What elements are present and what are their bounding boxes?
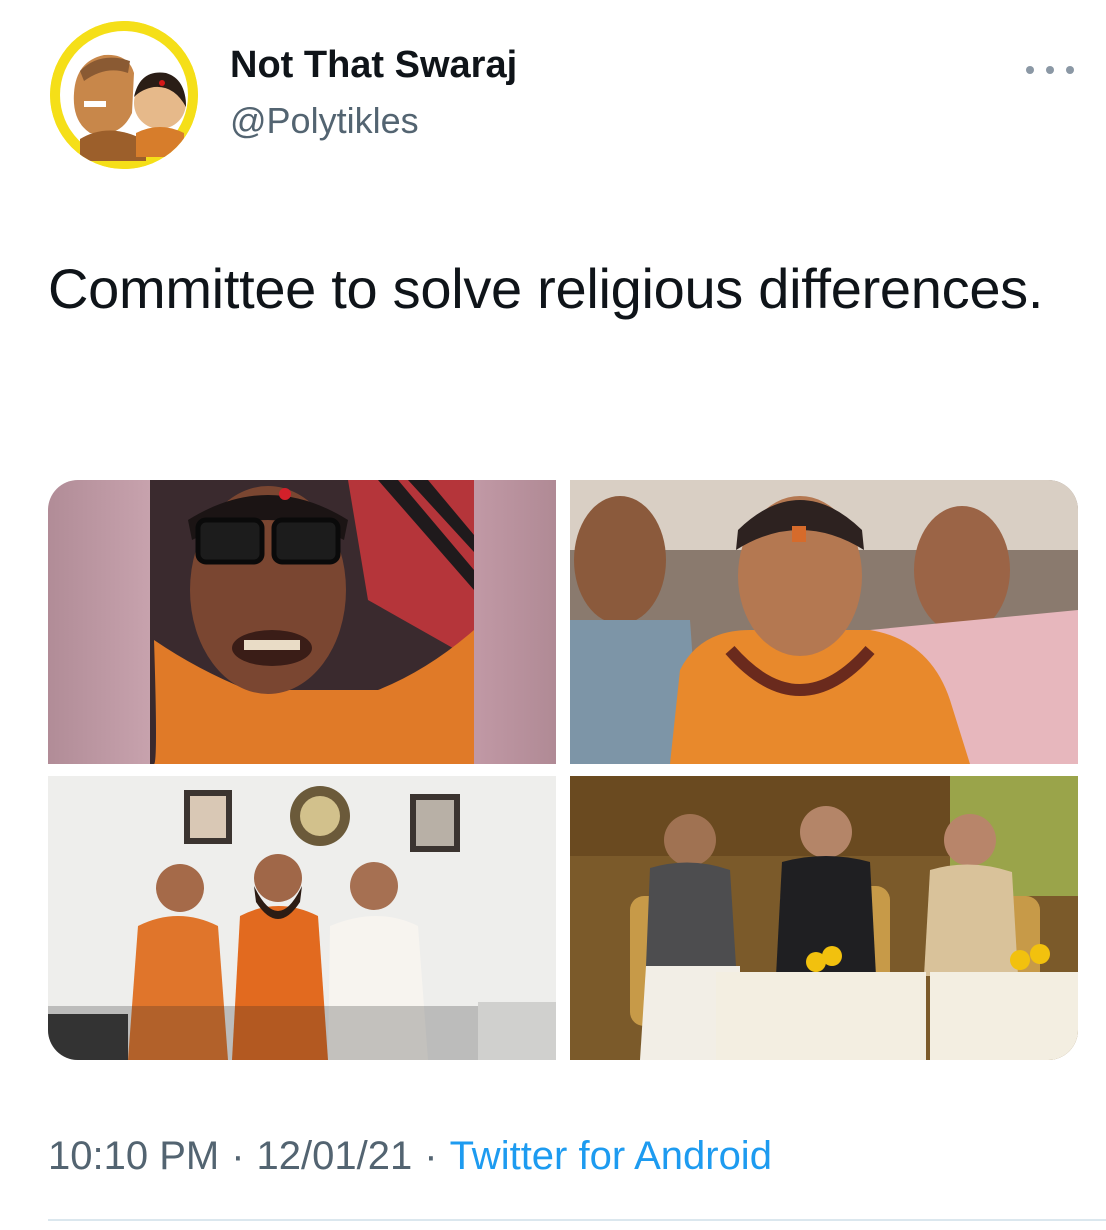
media-photo-4[interactable] (570, 776, 1078, 1060)
media-photo-2[interactable] (570, 480, 1078, 764)
tweet-text: Committee to solve religious differences… (48, 257, 1044, 320)
more-horizontal-icon (1026, 66, 1034, 74)
more-options-button[interactable] (1026, 56, 1074, 84)
author-display-name[interactable]: Not That Swaraj (230, 44, 517, 87)
tweet-source-link[interactable]: Twitter for Android (450, 1134, 772, 1178)
media-grid (48, 480, 1078, 1060)
author-avatar[interactable] (50, 21, 198, 169)
photo-three-men-seated-on-stage (570, 776, 1078, 1060)
avatar-caricature-image (50, 21, 198, 169)
tweet-card: Not That Swaraj @Polytikles Committee to… (0, 0, 1106, 1230)
photo-three-men-posing-in-office (48, 776, 556, 1060)
tweet-date[interactable]: 12/01/21 (257, 1134, 413, 1178)
meta-separator-2: · (424, 1134, 438, 1178)
photo-woman-in-saffron-with-rudraksha (570, 480, 1078, 764)
media-photo-1[interactable] (48, 480, 556, 764)
meta-separator: · (231, 1134, 245, 1178)
more-dot-3 (1066, 66, 1074, 74)
photo-woman-in-saffron-with-glasses (48, 480, 556, 764)
tweet-meta: 10:10 PM · 12/01/21 · Twitter for Android (48, 1134, 772, 1179)
divider (48, 1219, 1106, 1221)
tweet-time[interactable]: 10:10 PM (48, 1134, 219, 1178)
media-photo-3[interactable] (48, 776, 556, 1060)
author-handle[interactable]: @Polytikles (230, 100, 419, 142)
more-dot-2 (1046, 66, 1054, 74)
